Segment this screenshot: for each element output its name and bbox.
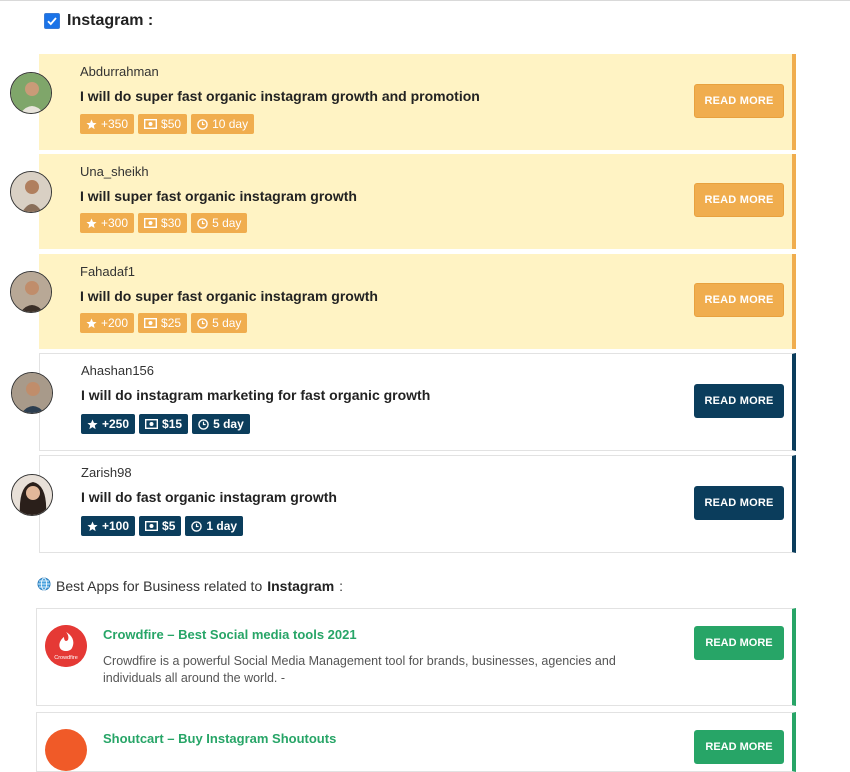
star-icon: [87, 418, 98, 430]
gig-card: Una_sheikh I will super fast organic ins…: [10, 154, 796, 249]
app-card: Shoutcart – Buy Instagram Shoutouts READ…: [36, 712, 796, 772]
gig-badges: +350 $50 10 day: [80, 114, 255, 134]
read-more-button[interactable]: READ MORE: [694, 283, 784, 317]
delivery-value: 10 day: [212, 117, 249, 131]
delivery-value: 5 day: [213, 417, 244, 431]
apps-heading-prefix: Best Apps for Business related to: [56, 577, 263, 594]
money-icon: [144, 218, 158, 228]
rating-value: +250: [102, 417, 130, 431]
money-icon: [145, 419, 159, 429]
money-icon: [144, 318, 158, 328]
apps-heading-topic: Instagram: [267, 577, 335, 594]
price-badge: $50: [138, 114, 188, 134]
read-more-button[interactable]: READ MORE: [694, 84, 784, 118]
gig-username[interactable]: Fahadaf1: [80, 264, 135, 279]
gig-card: Zarish98 I will do fast organic instagra…: [11, 455, 796, 553]
read-more-button[interactable]: READ MORE: [694, 730, 784, 764]
gig-card: Ahashan156 I will do instagram marketing…: [11, 353, 796, 451]
section-header: Instagram :: [44, 10, 153, 32]
logo-text: Crowdfire: [54, 655, 78, 661]
gig-card: Fahadaf1 I will do super fast organic in…: [10, 254, 796, 349]
delivery-badge: 5 day: [192, 414, 250, 434]
delivery-badge: 5 day: [191, 213, 248, 233]
gig-username[interactable]: Una_sheikh: [80, 164, 149, 179]
gig-title[interactable]: I will super fast organic instagram grow…: [80, 188, 357, 204]
clock-icon: [198, 418, 209, 430]
price-value: $50: [161, 117, 182, 131]
app-card: Crowdfire Crowdfire – Best Social media …: [36, 608, 796, 706]
gig-username[interactable]: Zarish98: [81, 465, 132, 480]
avatar[interactable]: [11, 474, 53, 516]
gig-badges: +250 $15 5 day: [81, 414, 250, 434]
delivery-badge: 10 day: [191, 114, 255, 134]
gig-username[interactable]: Ahashan156: [81, 363, 154, 378]
clock-icon: [197, 217, 208, 229]
apps-heading: Best Apps for Business related to Instag…: [37, 577, 343, 594]
section-title: Instagram :: [67, 12, 154, 29]
app-title[interactable]: Crowdfire – Best Social media tools 2021: [103, 627, 357, 642]
price-badge: $25: [138, 313, 188, 333]
avatar[interactable]: [11, 372, 53, 414]
star-icon: [86, 217, 97, 229]
rating-badge: +300: [80, 213, 135, 233]
rating-value: +100: [102, 519, 130, 533]
delivery-value: 5 day: [212, 316, 242, 330]
checkbox-icon[interactable]: [44, 13, 60, 29]
rating-value: +300: [101, 216, 129, 230]
delivery-badge: 5 day: [191, 313, 248, 333]
rating-value: +350: [101, 117, 129, 131]
avatar[interactable]: [10, 271, 52, 313]
rating-badge: +350: [80, 114, 135, 134]
rating-value: +200: [101, 316, 129, 330]
price-value: $5: [162, 519, 176, 533]
gig-title[interactable]: I will do instagram marketing for fast o…: [81, 387, 430, 403]
delivery-badge: 1 day: [185, 516, 244, 536]
clock-icon: [197, 317, 208, 329]
price-badge: $5: [139, 516, 182, 536]
read-more-button[interactable]: READ MORE: [694, 384, 784, 418]
read-more-button[interactable]: READ MORE: [694, 626, 784, 660]
price-badge: $15: [139, 414, 189, 434]
shoutcart-logo[interactable]: [45, 729, 87, 771]
price-value: $15: [162, 417, 183, 431]
star-icon: [86, 317, 97, 329]
gig-badges: +200 $25 5 day: [80, 313, 248, 333]
crowdfire-logo[interactable]: Crowdfire: [45, 625, 87, 667]
read-more-button[interactable]: READ MORE: [694, 486, 784, 520]
gig-card: Abdurrahman I will do super fast organic…: [10, 54, 796, 150]
avatar[interactable]: [10, 171, 52, 213]
money-icon: [144, 119, 158, 129]
delivery-value: 1 day: [206, 519, 238, 533]
star-icon: [86, 118, 97, 130]
money-icon: [145, 521, 159, 531]
price-badge: $30: [138, 213, 188, 233]
rating-badge: +250: [81, 414, 136, 434]
read-more-button[interactable]: READ MORE: [694, 183, 784, 217]
avatar[interactable]: [10, 72, 52, 114]
app-description: Crowdfire is a powerful Social Media Man…: [103, 654, 616, 685]
clock-icon: [197, 118, 208, 130]
gig-username[interactable]: Abdurrahman: [80, 64, 159, 79]
delivery-value: 5 day: [212, 216, 242, 230]
gig-badges: +100 $5 1 day: [81, 516, 244, 536]
rating-badge: +100: [81, 516, 136, 536]
clock-icon: [191, 520, 203, 532]
star-icon: [87, 520, 98, 532]
gig-title[interactable]: I will do super fast organic instagram g…: [80, 288, 378, 304]
gig-title[interactable]: I will do super fast organic instagram g…: [80, 88, 480, 104]
apps-heading-suffix: :: [339, 577, 344, 594]
rating-badge: +200: [80, 313, 135, 333]
app-title[interactable]: Shoutcart – Buy Instagram Shoutouts: [103, 731, 336, 746]
price-value: $25: [161, 316, 182, 330]
globe-icon: [37, 577, 51, 594]
price-value: $30: [161, 216, 182, 230]
top-divider: [0, 0, 850, 1]
gig-title[interactable]: I will do fast organic instagram growth: [81, 489, 337, 505]
gig-badges: +300 $30 5 day: [80, 213, 248, 233]
